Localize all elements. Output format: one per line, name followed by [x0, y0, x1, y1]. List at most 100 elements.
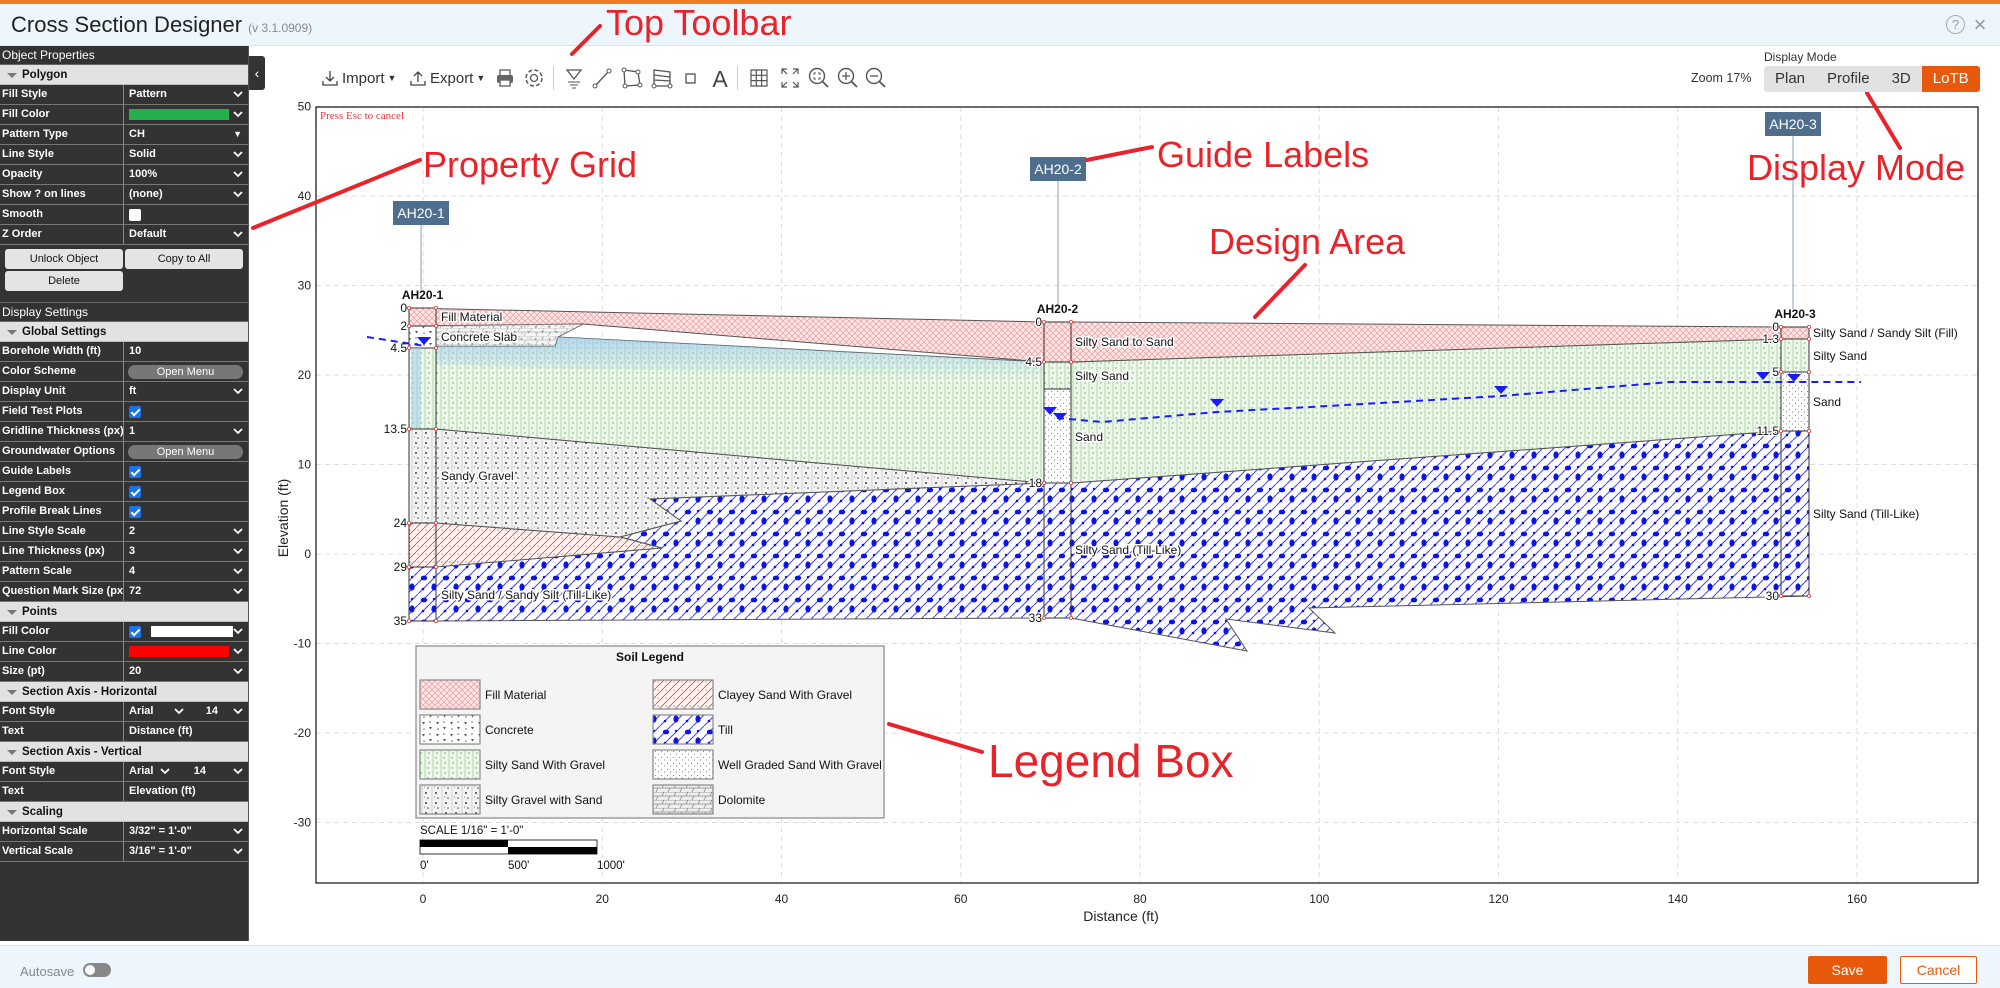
vertex-point[interactable]	[1807, 428, 1812, 433]
fit-screen-icon[interactable]	[779, 66, 801, 90]
property-row[interactable]: Smooth	[0, 205, 248, 225]
property-row[interactable]: Profile Break Lines	[0, 502, 248, 522]
zoom-extents-icon[interactable]	[807, 66, 831, 90]
property-value[interactable]: 4	[124, 562, 248, 581]
property-row[interactable]: Legend Box	[0, 482, 248, 502]
property-value[interactable]: Solid	[124, 145, 248, 164]
vertex-point[interactable]	[406, 345, 411, 350]
line-tool-icon[interactable]	[591, 66, 613, 90]
color-swatch[interactable]	[129, 109, 229, 120]
property-row[interactable]: Opacity 100%	[0, 165, 248, 185]
property-row[interactable]: Pattern Scale 4	[0, 562, 248, 582]
settings-gear-icon[interactable]	[522, 66, 546, 90]
property-value[interactable]: 3/16" = 1'-0"	[124, 842, 248, 861]
display-mode-3d[interactable]: 3D	[1881, 66, 1922, 92]
property-row[interactable]: Line Color	[0, 642, 248, 662]
font-size-select[interactable]: 14	[206, 702, 218, 721]
property-value[interactable]	[124, 205, 248, 224]
borehole-interval[interactable]	[408, 428, 437, 524]
property-value[interactable]: 10	[124, 342, 248, 361]
text-value[interactable]: Distance (ft)	[129, 722, 193, 741]
property-row[interactable]: Guide Labels	[0, 462, 248, 482]
print-icon[interactable]	[494, 66, 516, 90]
property-row[interactable]: Fill Color	[0, 622, 248, 642]
vertex-point[interactable]	[1779, 324, 1784, 329]
property-row[interactable]: Font Style Arial 14	[0, 762, 248, 782]
property-value[interactable]	[124, 642, 248, 661]
vertex-point[interactable]	[1042, 319, 1047, 324]
property-row[interactable]: Question Mark Size (px) 72	[0, 582, 248, 602]
groundwater-tool-icon[interactable]	[563, 66, 585, 90]
autosave-toggle[interactable]	[83, 963, 111, 977]
vertex-point[interactable]	[406, 565, 411, 570]
rectangle-tool-icon[interactable]	[683, 66, 699, 90]
property-value[interactable]: Pattern	[124, 85, 248, 104]
property-value[interactable]: Open Menu	[124, 442, 248, 461]
property-value[interactable]: Distance (ft)	[124, 722, 248, 741]
grid-icon[interactable]	[748, 66, 770, 90]
property-value[interactable]	[124, 462, 248, 481]
property-value[interactable]: CH ▼	[124, 125, 248, 144]
property-value[interactable]	[124, 502, 248, 521]
checkbox[interactable]	[129, 465, 141, 478]
color-swatch[interactable]	[129, 646, 229, 657]
vertex-point[interactable]	[1779, 594, 1784, 599]
vertex-point[interactable]	[406, 305, 411, 310]
guide-labels[interactable]: AH20-1 AH20-2 AH20-3	[393, 112, 1821, 309]
font-select[interactable]: Arial	[129, 702, 153, 721]
vertex-point[interactable]	[1807, 324, 1812, 329]
vertex-point[interactable]	[406, 619, 411, 624]
property-grid[interactable]: Object Properties Polygon Fill Style Patter…	[0, 46, 249, 941]
text-value[interactable]: Elevation (ft)	[129, 782, 196, 801]
property-value[interactable]: Arial 14	[124, 762, 248, 781]
save-button[interactable]: Save	[1808, 956, 1887, 984]
property-row[interactable]: Show ? on lines (none)	[0, 185, 248, 205]
vertex-point[interactable]	[433, 345, 438, 350]
property-row[interactable]: Groundwater Options Open Menu	[0, 442, 248, 462]
borehole-interval[interactable]	[1780, 326, 1810, 340]
property-row[interactable]: Horizontal Scale 3/32" = 1'-0"	[0, 822, 248, 842]
font-select[interactable]: Arial	[129, 762, 153, 781]
property-row[interactable]: Text Distance (ft)	[0, 722, 248, 742]
property-row[interactable]: Vertical Scale 3/16" = 1'-0"	[0, 842, 248, 862]
property-group[interactable]: Scaling	[0, 802, 248, 822]
vertex-point[interactable]	[433, 521, 438, 526]
soil-layers[interactable]	[408, 307, 1810, 652]
property-value[interactable]: Elevation (ft)	[124, 782, 248, 801]
display-mode-lotb[interactable]: LoTB	[1921, 66, 1980, 92]
checkbox[interactable]	[129, 405, 141, 418]
open-menu-button[interactable]: Open Menu	[128, 445, 243, 459]
vertex-point[interactable]	[433, 323, 438, 328]
property-group[interactable]: Polygon	[0, 65, 248, 85]
property-value[interactable]: Default	[124, 225, 248, 244]
borehole-interval[interactable]	[1780, 338, 1810, 373]
vertex-point[interactable]	[1807, 369, 1812, 374]
checkbox[interactable]	[129, 505, 141, 518]
property-value[interactable]: 20	[124, 662, 248, 681]
property-row[interactable]: Gridline Thickness (px) 1	[0, 422, 248, 442]
property-row[interactable]: Line Style Solid	[0, 145, 248, 165]
borehole-interval[interactable]	[1043, 321, 1072, 363]
design-area[interactable]: 024.513.5242935AH20-104.51833AH20-201.35…	[0, 0, 2000, 988]
property-value[interactable]: ft	[124, 382, 248, 401]
borehole-ah20-1[interactable]: 024.513.5242935AH20-1	[382, 288, 444, 629]
layers-tool-icon[interactable]	[650, 66, 674, 90]
property-row[interactable]: Display Unit ft	[0, 382, 248, 402]
export-button[interactable]: Export ▼	[409, 66, 485, 90]
zoom-in-icon[interactable]	[836, 66, 860, 90]
vertex-point[interactable]	[1779, 428, 1784, 433]
unlock-object-button[interactable]: Unlock Object	[5, 249, 123, 269]
property-value[interactable]	[124, 105, 248, 124]
property-group[interactable]: Points	[0, 602, 248, 622]
import-button[interactable]: Import ▼	[321, 66, 396, 90]
borehole-interval[interactable]	[1780, 430, 1810, 597]
property-row[interactable]: Field Test Plots	[0, 402, 248, 422]
vertex-point[interactable]	[1069, 480, 1074, 485]
property-row[interactable]: Borehole Width (ft) 10	[0, 342, 248, 362]
vertex-point[interactable]	[1069, 359, 1074, 364]
property-value[interactable]: 3/32" = 1'-0"	[124, 822, 248, 841]
display-mode-plan[interactable]: Plan	[1764, 66, 1816, 92]
vertex-point[interactable]	[1042, 359, 1047, 364]
vertex-point[interactable]	[406, 521, 411, 526]
vertex-point[interactable]	[1069, 616, 1074, 621]
